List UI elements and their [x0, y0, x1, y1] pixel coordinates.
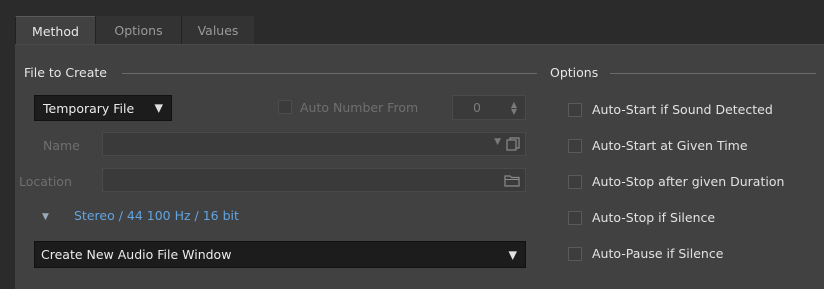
audio-format-link[interactable]: Stereo / 44 100 Hz / 16 bit: [74, 208, 239, 223]
file-type-dropdown[interactable]: Temporary File ▼: [34, 95, 172, 121]
auto-pause-silence-checkbox[interactable]: [568, 247, 582, 261]
auto-stop-silence-label: Auto-Stop if Silence: [592, 210, 716, 225]
file-type-value: Temporary File: [43, 100, 135, 116]
auto-number-value: 0: [473, 100, 481, 115]
auto-pause-silence-label: Auto-Pause if Silence: [592, 246, 724, 261]
method-panel: File to Create Temporary File ▼ Auto Num…: [15, 44, 824, 289]
auto-stop-duration-label: Auto-Stop after given Duration: [592, 174, 785, 189]
tab-options[interactable]: Options: [95, 16, 181, 45]
window-mode-dropdown[interactable]: Create New Audio File Window ▼: [34, 241, 526, 268]
auto-stop-silence-checkbox[interactable]: [568, 211, 582, 225]
tab-bar: Method Options Values: [0, 0, 824, 45]
auto-start-time-label: Auto-Start at Given Time: [592, 138, 748, 153]
triangle-down-icon: ▼: [154, 101, 163, 115]
tab-values-label: Values: [197, 23, 239, 38]
folder-icon[interactable]: [504, 173, 520, 187]
tab-method[interactable]: Method: [15, 16, 95, 45]
expand-format-icon[interactable]: ▼: [42, 212, 49, 222]
location-label: Location: [19, 174, 72, 189]
copy-name-icon[interactable]: [505, 136, 521, 152]
file-section-title: File to Create: [24, 65, 107, 80]
auto-number-checkbox[interactable]: [278, 100, 292, 114]
auto-start-sound-label: Auto-Start if Sound Detected: [592, 102, 773, 117]
auto-stop-duration-checkbox[interactable]: [568, 175, 582, 189]
auto-start-sound-checkbox[interactable]: [568, 103, 582, 117]
tab-options-label: Options: [114, 23, 163, 38]
options-section-title: Options: [550, 65, 599, 80]
auto-number-label: Auto Number From: [300, 100, 419, 115]
chevron-down-icon[interactable]: ▼: [494, 137, 501, 147]
triangle-down-icon: ▼: [508, 248, 517, 261]
name-label: Name: [43, 138, 80, 153]
options-section-divider: [610, 73, 816, 74]
auto-number-stepper[interactable]: 0 ▲ ▼: [452, 95, 526, 120]
stepper-arrows-icon: ▲ ▼: [510, 99, 517, 116]
window-mode-value: Create New Audio File Window: [41, 247, 232, 262]
name-field[interactable]: ▼: [102, 132, 526, 156]
location-field[interactable]: [102, 168, 526, 192]
file-section-divider: [122, 73, 537, 74]
tab-values[interactable]: Values: [181, 16, 254, 45]
tab-method-label: Method: [32, 23, 79, 39]
auto-start-time-checkbox[interactable]: [568, 139, 582, 153]
